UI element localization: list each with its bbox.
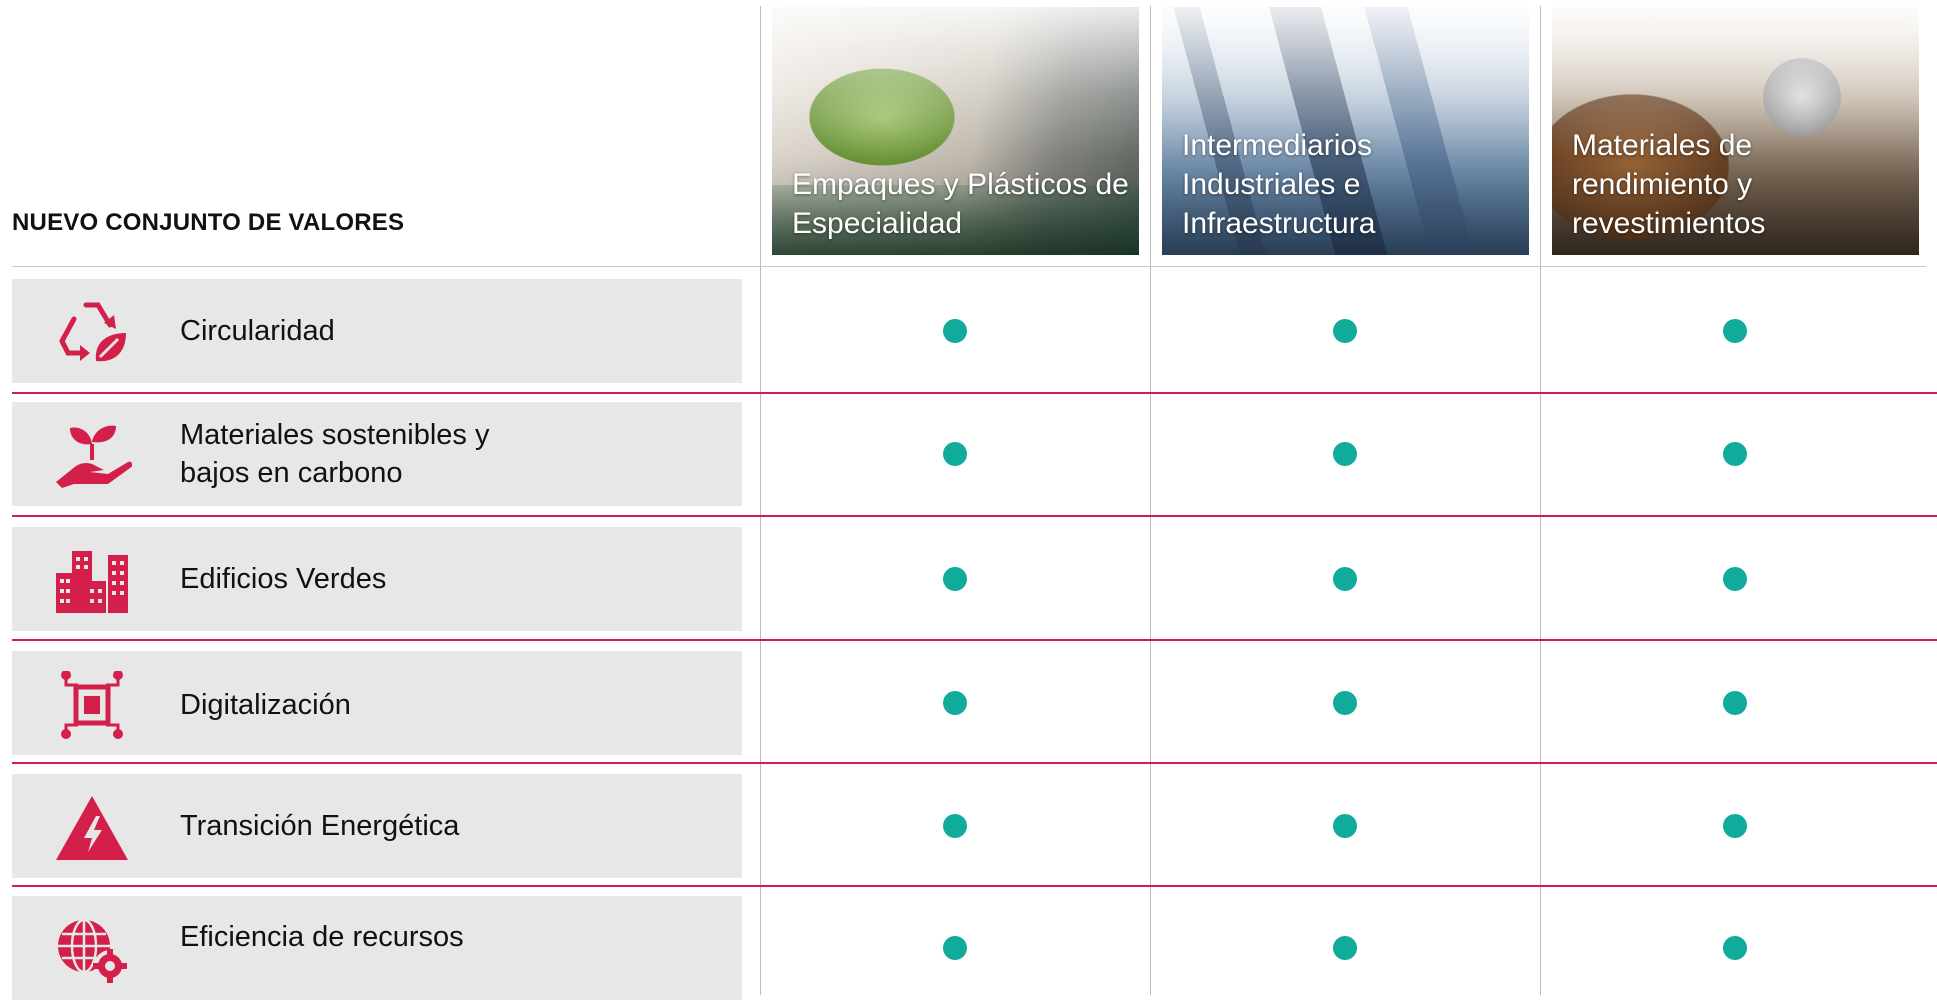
row-divider bbox=[12, 639, 1937, 641]
value-dot bbox=[1723, 442, 1747, 466]
value-dot bbox=[943, 814, 967, 838]
value-card: Edificios Verdes bbox=[12, 527, 742, 631]
table-title: NUEVO CONJUNTO DE VALORES bbox=[12, 209, 405, 236]
value-dot bbox=[1333, 936, 1357, 960]
value-dot bbox=[1723, 814, 1747, 838]
row-divider bbox=[12, 885, 1937, 887]
segment-label: Intermediarios Industriales e Infraestru… bbox=[1182, 129, 1376, 240]
value-dot bbox=[1723, 567, 1747, 591]
table-row: Materiales sostenibles y bajos en carbon… bbox=[0, 402, 1937, 506]
row-label: Eficiencia de recursos bbox=[180, 921, 464, 953]
table-row: Edificios Verdes bbox=[0, 527, 1937, 631]
value-dot bbox=[1723, 319, 1747, 343]
value-dot bbox=[1723, 936, 1747, 960]
segment-header-packaging: Empaques y Plásticos de Especialidad bbox=[772, 7, 1139, 255]
row-divider bbox=[12, 392, 1937, 394]
row-label: Transición Energética bbox=[180, 810, 460, 842]
value-dot bbox=[943, 319, 967, 343]
value-dot bbox=[1333, 567, 1357, 591]
chip-circuit-icon bbox=[52, 670, 132, 739]
row-label: Materiales sostenibles y bajos en carbon… bbox=[180, 419, 490, 489]
value-card: Eficiencia de recursos bbox=[12, 896, 742, 1000]
segment-label: Empaques y Plásticos de Especialidad bbox=[792, 168, 1129, 240]
table-row: Circularidad bbox=[0, 279, 1937, 383]
value-dot bbox=[1333, 442, 1357, 466]
row-label: Edificios Verdes bbox=[180, 563, 387, 595]
value-dot bbox=[943, 691, 967, 715]
row-label: Circularidad bbox=[180, 315, 335, 347]
row-divider bbox=[12, 515, 1937, 517]
value-card: Digitalización bbox=[12, 651, 742, 755]
value-dot bbox=[1333, 814, 1357, 838]
globe-gear-icon bbox=[52, 916, 132, 984]
value-card: Circularidad bbox=[12, 279, 742, 383]
high-voltage-icon bbox=[52, 794, 132, 862]
value-dot bbox=[1333, 691, 1357, 715]
value-dot bbox=[943, 567, 967, 591]
value-dot bbox=[943, 442, 967, 466]
segment-label: Materiales de rendimiento y revestimient… bbox=[1572, 129, 1766, 240]
value-dot bbox=[943, 936, 967, 960]
table-row: Eficiencia de recursos bbox=[0, 896, 1937, 1000]
row-divider bbox=[12, 762, 1937, 764]
value-card: Materiales sostenibles y bajos en carbon… bbox=[12, 402, 742, 506]
segment-header-performance: Materiales de rendimiento y revestimient… bbox=[1552, 7, 1919, 255]
table-row: Digitalización bbox=[0, 651, 1937, 755]
header-divider bbox=[12, 266, 1926, 267]
hand-sprout-icon bbox=[52, 422, 133, 490]
segment-header-industrial: Intermediarios Industriales e Infraestru… bbox=[1162, 7, 1529, 255]
recycle-leaf-icon bbox=[52, 299, 132, 367]
value-card: Transición Energética bbox=[12, 774, 742, 878]
value-dot bbox=[1333, 319, 1357, 343]
table-row: Transición Energética bbox=[0, 774, 1937, 878]
value-dot bbox=[1723, 691, 1747, 715]
buildings-icon bbox=[52, 547, 132, 615]
row-label: Digitalización bbox=[180, 689, 351, 721]
